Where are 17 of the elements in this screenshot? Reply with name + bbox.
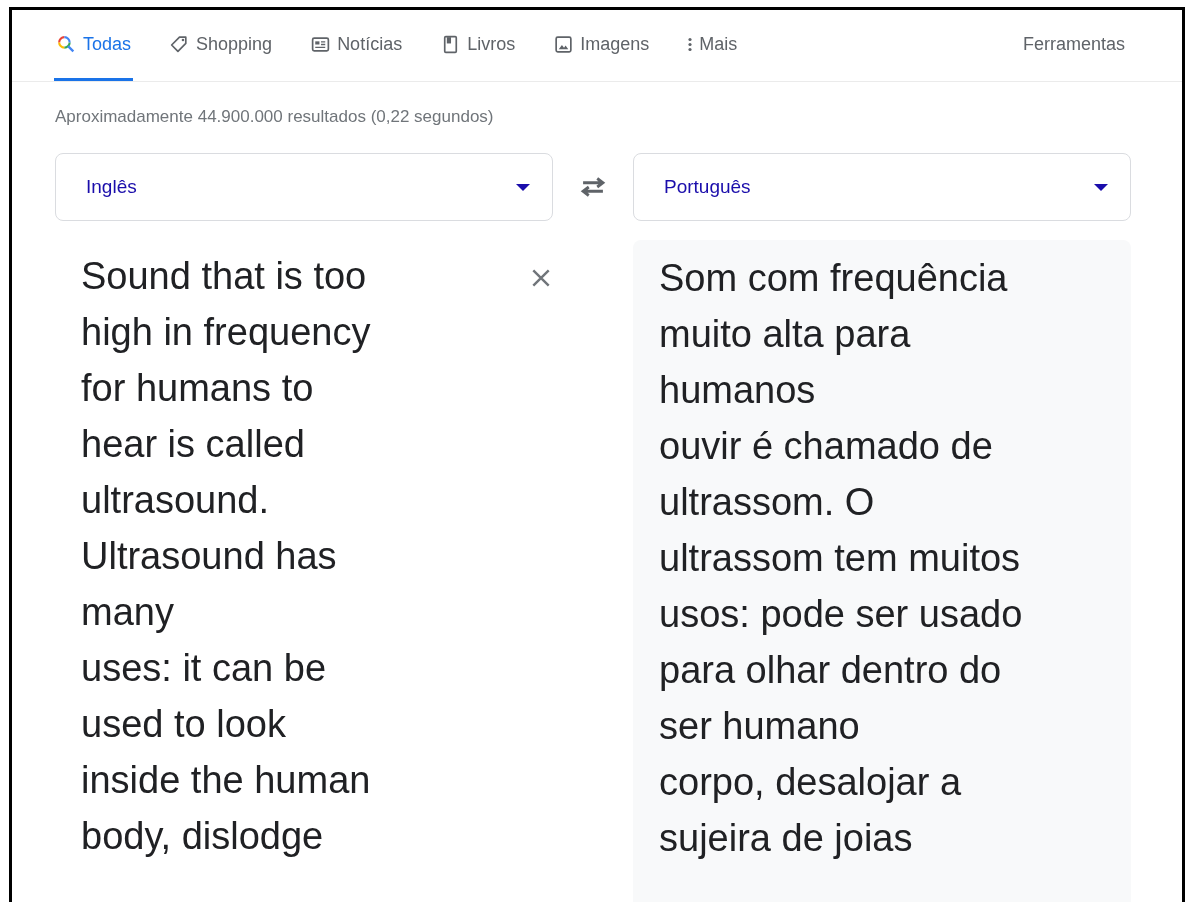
result-stats: Aproximadamente 44.900.000 resultados (0,22 segundos) bbox=[54, 106, 495, 128]
translation-text: Som com frequência muito alta para humanos ouvir é chamado de ultrassom. O ultrassom tem muitos usos: pode ser usado para olhar dentro do ser humano corpo, desalojar a sujeira de joias bbox=[659, 256, 1024, 861]
tab[interactable]: Livros bbox=[438, 10, 518, 81]
tab[interactable]: Todas bbox=[54, 10, 134, 81]
caret-icon bbox=[516, 183, 530, 191]
source-text[interactable]: Sound that is too high in frequency for humans to hear is called ultrasound. Ultrasound has many uses: it can be used to look inside the human body, dislodge bbox=[81, 248, 553, 864]
search-icon bbox=[56, 33, 77, 55]
tab[interactable]: Imagens bbox=[551, 10, 652, 81]
tab[interactable]: Shopping bbox=[167, 10, 275, 81]
caret-icon bbox=[1094, 183, 1108, 191]
close-icon[interactable] bbox=[530, 267, 552, 289]
target-language-dropdown[interactable]: Português bbox=[633, 153, 1131, 221]
tools-link[interactable]: Ferramentas bbox=[1022, 10, 1125, 78]
source-language-dropdown[interactable]: Inglês bbox=[55, 153, 553, 221]
tab[interactable]: Notícias bbox=[308, 10, 405, 81]
tab[interactable]: Mais bbox=[685, 10, 740, 81]
image-icon bbox=[553, 33, 575, 55]
